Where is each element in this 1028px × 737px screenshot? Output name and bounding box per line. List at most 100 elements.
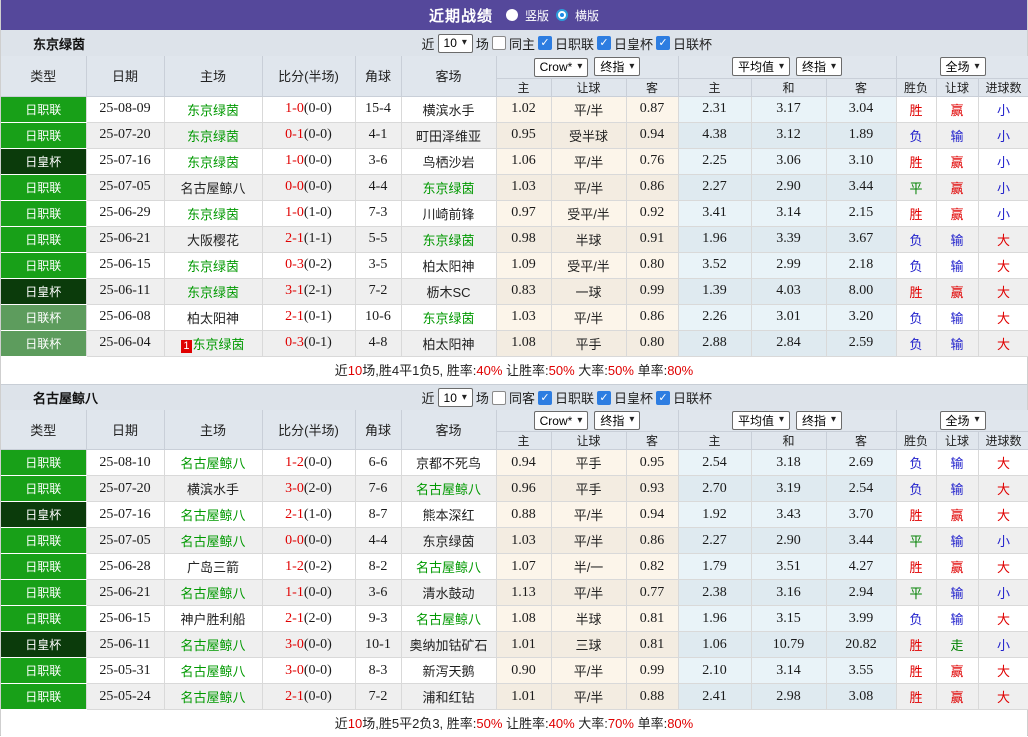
away-team-cell: 柏太阳神	[401, 252, 497, 279]
handicap-result-cell: 赢	[936, 148, 979, 175]
result-cell: 胜	[896, 553, 937, 580]
handicap-result-cell: 输	[936, 226, 979, 253]
score-cell: 3-1(2-1)	[262, 278, 356, 305]
average-stage-select[interactable]: 终指 ▾	[796, 410, 843, 430]
league-filter-checkbox-cup[interactable]: ✓	[655, 36, 670, 50]
handicap-result-cell: 输	[936, 330, 979, 357]
avg-home-cell: 2.88	[678, 330, 752, 357]
avg-away-cell: 3.10	[826, 148, 897, 175]
avg-home-cell: 3.52	[678, 252, 752, 279]
league-filter-label-emperor: 日皇杯	[613, 391, 653, 406]
bookmaker-select[interactable]: Crow* ▾	[533, 57, 589, 77]
league-filter-checkbox-emperor[interactable]: ✓	[596, 390, 611, 405]
date-cell: 25-06-15	[86, 252, 165, 279]
home-team-cell: 广岛三箭	[164, 553, 263, 580]
avg-away-cell: 1.89	[826, 122, 897, 149]
away-team-cell: 清水鼓动	[401, 579, 497, 606]
result-cell: 负	[896, 122, 937, 149]
league-filter-checkbox-j1[interactable]: ✓	[537, 36, 552, 50]
bookmaker-select[interactable]: Crow* ▾	[533, 411, 589, 430]
away-team-cell: 东京绿茵	[401, 304, 497, 331]
goals-result-cell: 小	[978, 174, 1028, 201]
date-cell: 25-06-28	[86, 553, 165, 580]
date-cell: 25-06-29	[86, 200, 165, 227]
avg-home-cell: 2.10	[678, 657, 752, 684]
home-odds-cell: 1.13	[496, 579, 552, 606]
league-filter-label-cup: 日联杯	[672, 36, 712, 52]
avg-away-cell: 20.82	[826, 631, 897, 658]
home-team-cell: 横滨水手	[164, 475, 263, 502]
corners-cell: 3-6	[355, 148, 402, 175]
subheader-avg-home: 主	[678, 78, 752, 97]
away-odds-cell: 0.81	[626, 631, 679, 658]
games-count-value: 10	[443, 390, 457, 405]
avg-away-cell: 2.15	[826, 200, 897, 227]
team-name: 名古屋鲸八	[33, 390, 99, 406]
date-cell: 25-05-31	[86, 657, 165, 684]
league-filter-checkbox-cup[interactable]: ✓	[655, 390, 670, 405]
corners-cell: 4-4	[355, 527, 402, 554]
avg-away-cell: 3.44	[826, 527, 897, 554]
odds-group-header: Crow* ▾ 终指 ▾	[496, 56, 679, 79]
handicap-result-cell: 输	[936, 527, 979, 554]
col-header-score: 比分(半场)	[262, 409, 356, 450]
corners-cell: 4-1	[355, 122, 402, 149]
avg-away-cell: 3.08	[826, 683, 897, 710]
same-venue-checkbox[interactable]	[491, 36, 506, 50]
goals-result-cell: 小	[978, 122, 1028, 149]
average-select[interactable]: 平均值 ▾	[731, 410, 791, 430]
goals-result-cell: 大	[978, 304, 1028, 331]
corners-cell: 8-2	[355, 553, 402, 580]
avg-away-cell: 8.00	[826, 278, 897, 305]
same-venue-checkbox[interactable]	[491, 390, 506, 405]
games-count-value: 10	[443, 36, 457, 50]
odds-stage-select[interactable]: 终指 ▾	[594, 410, 641, 430]
subheader-handicap: 让球	[551, 431, 627, 450]
away-team-cell: 奥纳加钴矿石	[401, 631, 497, 658]
away-odds-cell: 0.95	[626, 449, 679, 476]
goals-result-cell: 大	[978, 553, 1028, 580]
score-cell: 0-0(0-0)	[262, 174, 356, 201]
match-row: 日职联 25-07-20 东京绿茵 0-1(0-0) 4-1 町田泽维亚 0.95 受半球 0.…	[1, 122, 1028, 149]
near-label: 近	[421, 391, 435, 406]
subheader-avg-draw: 和	[751, 78, 827, 97]
page-title: 近期战绩	[428, 7, 493, 25]
horizontal-layout-label: 横版	[575, 8, 600, 23]
away-team-cell: 名古屋鲸八	[401, 475, 497, 502]
games-count-select[interactable]: 10 ▾	[437, 33, 473, 53]
away-odds-cell: 0.80	[626, 330, 679, 357]
away-team-cell: 东京绿茵	[401, 174, 497, 201]
match-row: 日职联 25-06-15 神户胜利船 2-1(2-0) 9-3 名古屋鲸八 1.08 半球 0.…	[1, 605, 1028, 632]
fulltime-select[interactable]: 全场 ▾	[939, 57, 986, 77]
average-select[interactable]: 平均值 ▾	[731, 57, 791, 77]
vertical-layout-radio[interactable]	[505, 9, 518, 21]
handicap-cell: 受半球	[551, 122, 627, 149]
section-header-team1: 东京绿茵 近 10 ▾ 场 同主 ✓ 日职联 ✓ 日皇杯 ✓ 日联杯	[1, 30, 1027, 56]
league-filter-checkbox-emperor[interactable]: ✓	[596, 36, 611, 50]
avg-draw-cell: 3.18	[751, 449, 827, 476]
avg-home-cell: 2.27	[678, 174, 752, 201]
subheader-avg-home: 主	[678, 431, 752, 450]
odds-stage-select[interactable]: 终指 ▾	[594, 57, 641, 76]
date-cell: 25-06-21	[86, 579, 165, 606]
match-row: 日皇杯 25-07-16 东京绿茵 1-0(0-0) 3-6 鸟栖沙岩 1.06 平/半 0.7…	[1, 148, 1028, 175]
result-cell: 负	[896, 330, 937, 357]
odds-group-header: Crow* ▾ 终指 ▾	[496, 409, 679, 432]
home-team-cell: 名古屋鲸八	[164, 579, 263, 606]
handicap-cell: 平/半	[551, 683, 627, 710]
match-row: 日职联 25-05-31 名古屋鲸八 3-0(0-0) 8-3 新泻天鹅 0.90 平/半 0.…	[1, 657, 1028, 684]
horizontal-layout-radio[interactable]	[556, 9, 568, 21]
league-filter-checkbox-j1[interactable]: ✓	[537, 390, 552, 405]
fulltime-select[interactable]: 全场 ▾	[939, 410, 986, 430]
average-stage-select[interactable]: 终指 ▾	[796, 57, 843, 77]
games-count-select[interactable]: 10 ▾	[437, 388, 473, 407]
handicap-cell: 平/半	[551, 304, 627, 331]
league-type-cell: 日职联	[1, 579, 87, 606]
away-team-cell: 熊本深红	[401, 501, 497, 528]
avg-draw-cell: 10.79	[751, 631, 827, 658]
handicap-result-cell: 赢	[936, 683, 979, 710]
avg-draw-cell: 3.14	[751, 657, 827, 684]
subheader-result: 胜负	[896, 431, 937, 450]
avg-home-cell: 2.27	[678, 527, 752, 554]
avg-home-cell: 4.38	[678, 122, 752, 149]
